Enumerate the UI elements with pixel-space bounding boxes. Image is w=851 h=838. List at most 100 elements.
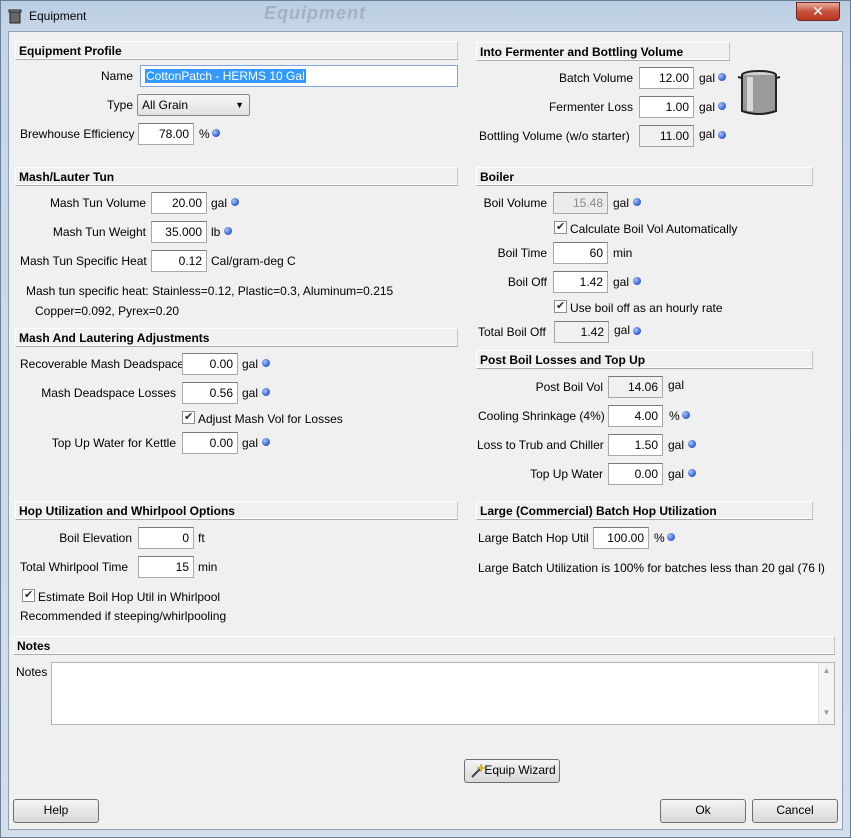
type-value: All Grain (142, 98, 189, 112)
section-fermenter: Into Fermenter and Bottling Volume (476, 42, 730, 61)
boil-volume-label: Boil Volume (483, 196, 547, 210)
cooling-shrinkage-input[interactable]: 4.00 (608, 405, 663, 427)
bottling-volume-label: Bottling Volume (w/o starter) (479, 129, 630, 143)
type-select[interactable]: All Grain ▼ (137, 94, 250, 116)
fermenter-loss-unit: gal (699, 100, 716, 114)
boil-time-input[interactable]: 60 (553, 242, 608, 264)
bottling-volume-value: 11.00 (639, 125, 694, 147)
specific-heat-note-2: Copper=0.092, Pyrex=0.20 (35, 304, 180, 318)
large-batch-util-label: Large Batch Hop Util (478, 531, 589, 545)
batch-volume-input[interactable]: 12.00 (639, 67, 694, 89)
post-boil-vol-unit: gal (668, 378, 685, 392)
section-notes: Notes (13, 636, 835, 655)
type-label: Type (106, 98, 133, 112)
cooling-shrinkage-label: Cooling Shrinkage (4%) (478, 409, 605, 423)
mash-tun-heat-label: Mash Tun Specific Heat (20, 254, 147, 268)
adjust-mash-vol-checkbox[interactable] (182, 410, 195, 424)
mash-tun-weight-input[interactable]: 35.000 (151, 221, 207, 243)
scroll-down-icon[interactable]: ▼ (819, 708, 834, 717)
mash-tun-volume-unit: gal (211, 196, 228, 210)
mash-tun-volume-input[interactable]: 20.00 (151, 192, 207, 214)
topup-water-label: Top Up Water (530, 467, 603, 481)
batch-volume-label: Batch Volume (558, 71, 633, 85)
equipment-dialog: Equipment Equipment ✕ Equipment Profile … (0, 0, 851, 838)
trub-chiller-input[interactable]: 1.50 (608, 434, 663, 456)
batch-volume-unit: gal (699, 71, 716, 85)
boil-elevation-input[interactable]: 0 (138, 527, 194, 549)
info-dot-icon[interactable] (262, 359, 270, 367)
background-window-title: Equipment (264, 3, 366, 23)
info-dot-icon[interactable] (688, 440, 696, 448)
topup-water-unit: gal (668, 467, 685, 481)
notes-label: Notes (16, 665, 48, 679)
name-input[interactable]: CottonPatch - HERMS 10 Gal (140, 65, 458, 87)
section-lautering: Mash And Lautering Adjustments (15, 328, 458, 347)
deadspace-losses-label: Mash Deadspace Losses (41, 386, 176, 400)
large-batch-note: Large Batch Utilization is 100% for batc… (478, 561, 825, 575)
large-batch-util-input[interactable]: 100.00 (593, 527, 649, 549)
efficiency-label: Brewhouse Efficiency (20, 127, 135, 141)
boil-off-input[interactable]: 1.42 (553, 271, 608, 293)
total-boil-off-value: 1.42 (554, 321, 609, 343)
boil-elevation-unit: ft (198, 531, 205, 545)
section-large-batch: Large (Commercial) Batch Hop Utilization (476, 501, 813, 520)
deadspace-losses-unit: gal (242, 386, 259, 400)
info-dot-icon[interactable] (688, 469, 696, 477)
section-boiler: Boiler (476, 167, 813, 186)
deadspace-losses-input[interactable]: 0.56 (182, 382, 238, 404)
total-boil-off-unit: gal (614, 323, 631, 337)
scroll-up-icon[interactable]: ▲ (819, 666, 834, 675)
whirlpool-recommendation: Recommended if steeping/whirlpooling (20, 609, 227, 623)
recoverable-deadspace-label: Recoverable Mash Deadspace (20, 357, 185, 371)
efficiency-unit: % (199, 127, 210, 141)
cancel-button[interactable]: Cancel (752, 799, 838, 823)
section-mash-tun: Mash/Lauter Tun (15, 167, 458, 186)
calc-boil-auto-label: Calculate Boil Vol Automatically (570, 222, 738, 236)
help-button[interactable]: Help (13, 799, 99, 823)
info-dot-icon[interactable] (633, 327, 641, 335)
info-dot-icon[interactable] (718, 131, 726, 139)
notes-textarea[interactable]: ▲ ▼ (51, 662, 835, 725)
adjust-mash-vol-label: Adjust Mash Vol for Losses (198, 412, 343, 426)
fermenter-loss-input[interactable]: 1.00 (639, 96, 694, 118)
equip-wizard-button[interactable]: Equip Wizard (464, 759, 560, 783)
estimate-whirlpool-checkbox[interactable] (22, 588, 35, 602)
whirlpool-time-unit: min (198, 560, 218, 574)
topup-water-input[interactable]: 0.00 (608, 463, 663, 485)
info-dot-icon[interactable] (231, 198, 239, 206)
boil-elevation-label: Boil Elevation (59, 531, 132, 545)
info-dot-icon[interactable] (667, 533, 675, 541)
info-dot-icon[interactable] (633, 277, 641, 285)
section-post-boil: Post Boil Losses and Top Up (476, 350, 813, 369)
recoverable-deadspace-unit: gal (242, 357, 259, 371)
topup-kettle-unit: gal (242, 436, 259, 450)
info-dot-icon[interactable] (718, 73, 726, 81)
info-dot-icon[interactable] (262, 388, 270, 396)
info-dot-icon[interactable] (224, 227, 232, 235)
brew-kettle-icon (737, 70, 781, 115)
calc-boil-auto-checkbox[interactable] (554, 220, 567, 234)
name-label: Name (100, 69, 133, 83)
window-title: Equipment (29, 9, 87, 23)
whirlpool-time-label: Total Whirlpool Time (20, 560, 129, 574)
notes-scrollbar[interactable]: ▲ ▼ (818, 663, 834, 724)
trub-chiller-unit: gal (668, 438, 685, 452)
info-dot-icon[interactable] (262, 438, 270, 446)
cooling-shrinkage-unit: % (669, 409, 680, 423)
recoverable-deadspace-input[interactable]: 0.00 (182, 353, 238, 375)
efficiency-input[interactable]: 78.00 (138, 123, 194, 145)
title-bar[interactable]: Equipment Equipment ✕ (1, 1, 850, 31)
close-button[interactable]: ✕ (796, 2, 840, 21)
hourly-rate-checkbox[interactable] (554, 299, 567, 313)
info-dot-icon[interactable] (212, 129, 220, 137)
info-dot-icon[interactable] (682, 411, 690, 419)
info-dot-icon[interactable] (718, 102, 726, 110)
chevron-down-icon: ▼ (235, 100, 244, 110)
post-boil-vol-label: Post Boil Vol (535, 380, 603, 394)
topup-kettle-label: Top Up Water for Kettle (51, 436, 176, 450)
info-dot-icon[interactable] (633, 198, 641, 206)
topup-kettle-input[interactable]: 0.00 (182, 432, 238, 454)
mash-tun-heat-input[interactable]: 0.12 (151, 250, 207, 272)
whirlpool-time-input[interactable]: 15 (138, 556, 194, 578)
ok-button[interactable]: Ok (660, 799, 746, 823)
